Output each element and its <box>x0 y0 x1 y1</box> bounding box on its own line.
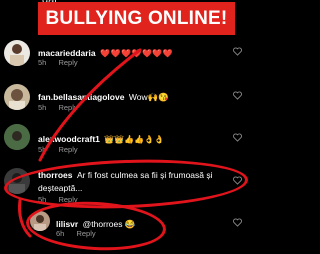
comment-time: 5h <box>38 58 47 67</box>
comment-time: 5h <box>38 103 47 112</box>
avatar-image <box>10 44 24 66</box>
avatar-image <box>4 124 30 150</box>
comment-time: 5h <box>38 145 47 154</box>
like-heart-icon[interactable] <box>233 47 242 56</box>
like-heart-icon[interactable] <box>233 133 242 142</box>
avatar[interactable] <box>4 40 30 66</box>
comment-item-thorroes: thorroes Ar fi fost culmea sa fii și fru… <box>0 164 250 204</box>
comment-text: Wow🙌😘 <box>128 92 169 102</box>
comment-username[interactable]: fan.bellasantiagolove <box>38 92 124 102</box>
comment-username[interactable]: thorroes <box>38 170 72 180</box>
reply-button[interactable]: Reply <box>58 145 77 154</box>
comment-username[interactable]: lilisvr <box>56 219 78 229</box>
comment-text: 👑👑👍👍👌👌 <box>104 135 165 144</box>
comment-text: @thorroes 😂 <box>82 219 136 229</box>
avatar[interactable] <box>4 168 30 194</box>
avatar[interactable] <box>30 211 50 231</box>
reply-button[interactable]: Reply <box>76 229 95 238</box>
reply-button[interactable]: Reply <box>58 58 77 67</box>
like-heart-icon[interactable] <box>233 91 242 100</box>
comment-time: 5h <box>38 195 47 204</box>
bullying-banner: BULLYING ONLINE! <box>38 2 235 35</box>
comment-username[interactable]: macarieddaria <box>38 48 96 58</box>
avatar-image <box>9 173 25 194</box>
avatar[interactable] <box>4 124 30 150</box>
reply-button[interactable]: Reply <box>58 195 77 204</box>
comment-time: 6h <box>56 229 65 238</box>
comment-item: macarieddaria ❤️❤️❤️❤️❤️❤️❤️ 5h Reply <box>0 38 250 72</box>
like-heart-icon[interactable] <box>233 176 242 185</box>
avatar-image <box>34 215 46 231</box>
avatar-image <box>9 89 25 110</box>
comment-username[interactable]: alexwoodcraft1 <box>38 134 100 144</box>
reply-item-lilisvr: lilisvr @thorroes 😂 6h Reply <box>0 208 250 242</box>
like-heart-icon[interactable] <box>233 218 242 227</box>
reply-button[interactable]: Reply <box>58 103 77 112</box>
comment-item: fan.bellasantiagolove Wow🙌😘 5h Reply <box>0 82 250 116</box>
avatar[interactable] <box>4 84 30 110</box>
comment-item: alexwoodcraft1 👑👑👍👍👌👌 5h Reply <box>0 124 250 158</box>
comment-text: ❤️❤️❤️❤️❤️❤️❤️ <box>100 49 174 58</box>
